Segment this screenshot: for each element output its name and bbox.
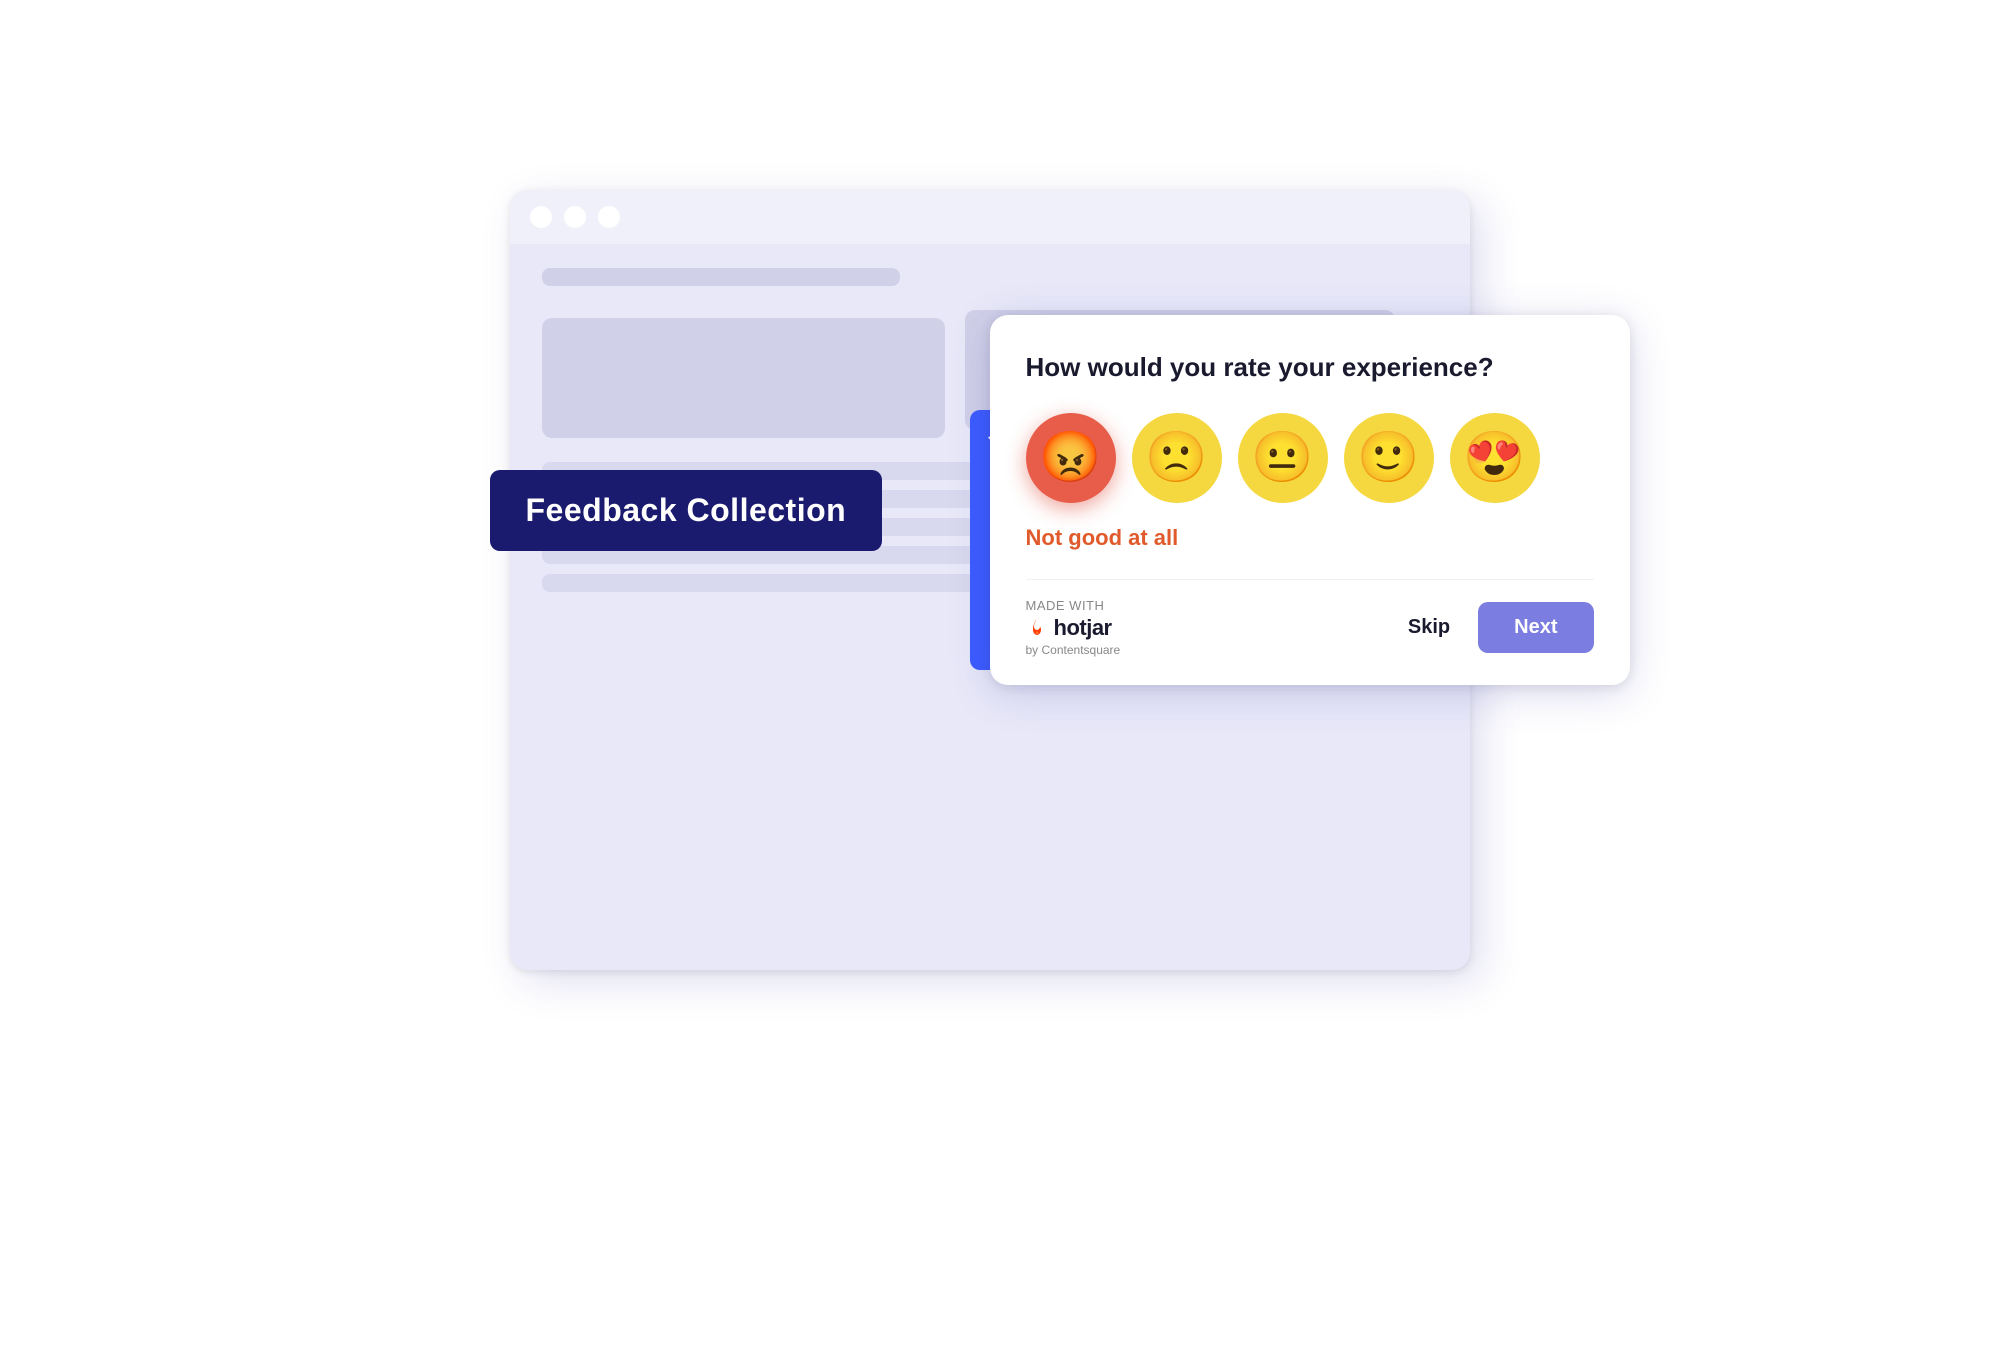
- hotjar-by-text: by Contentsquare: [1026, 643, 1121, 657]
- emoji-neutral-button[interactable]: 😐: [1238, 413, 1328, 503]
- emoji-love-button[interactable]: 😍: [1450, 413, 1540, 503]
- rating-label: Not good at all: [1026, 525, 1594, 551]
- next-button[interactable]: Next: [1478, 602, 1593, 653]
- survey-question: How would you rate your experience?: [1026, 351, 1594, 385]
- survey-widget: How would you rate your experience? 😡 🙁 …: [990, 315, 1630, 685]
- hotjar-made-with-text: MADE WITH: [1026, 598, 1105, 613]
- hotjar-flame-icon: [1026, 617, 1048, 639]
- angry-emoji-icon: 😡: [1039, 428, 1101, 487]
- love-emoji-icon: 😍: [1463, 428, 1525, 487]
- emoji-angry-button[interactable]: 😡: [1026, 413, 1116, 503]
- hotjar-logo-row: hotjar: [1026, 615, 1112, 641]
- hotjar-branding: MADE WITH hotjar by Contentsquare: [1026, 598, 1121, 657]
- feedback-collection-label: Feedback Collection: [490, 470, 883, 551]
- happy-emoji-icon: 🙂: [1357, 428, 1419, 487]
- emoji-happy-button[interactable]: 🙂: [1344, 413, 1434, 503]
- browser-line-1: [542, 268, 900, 286]
- neutral-emoji-icon: 😐: [1251, 428, 1313, 487]
- survey-actions: Skip Next: [1396, 602, 1594, 653]
- browser-dot-2: [564, 206, 586, 228]
- browser-block-1: [542, 318, 945, 438]
- skip-button[interactable]: Skip: [1396, 608, 1462, 647]
- sad-emoji-icon: 🙁: [1145, 428, 1207, 487]
- browser-titlebar: [510, 190, 1470, 244]
- browser-dot-3: [598, 206, 620, 228]
- scene: Feedback Collection Feedback How would y…: [450, 130, 1550, 1230]
- emoji-row: 😡 🙁 😐 🙂 😍: [1026, 413, 1594, 503]
- emoji-sad-button[interactable]: 🙁: [1132, 413, 1222, 503]
- hotjar-logo-text: hotjar: [1054, 615, 1112, 641]
- survey-footer: MADE WITH hotjar by Contentsquare Skip N…: [1026, 579, 1594, 657]
- browser-dot-1: [530, 206, 552, 228]
